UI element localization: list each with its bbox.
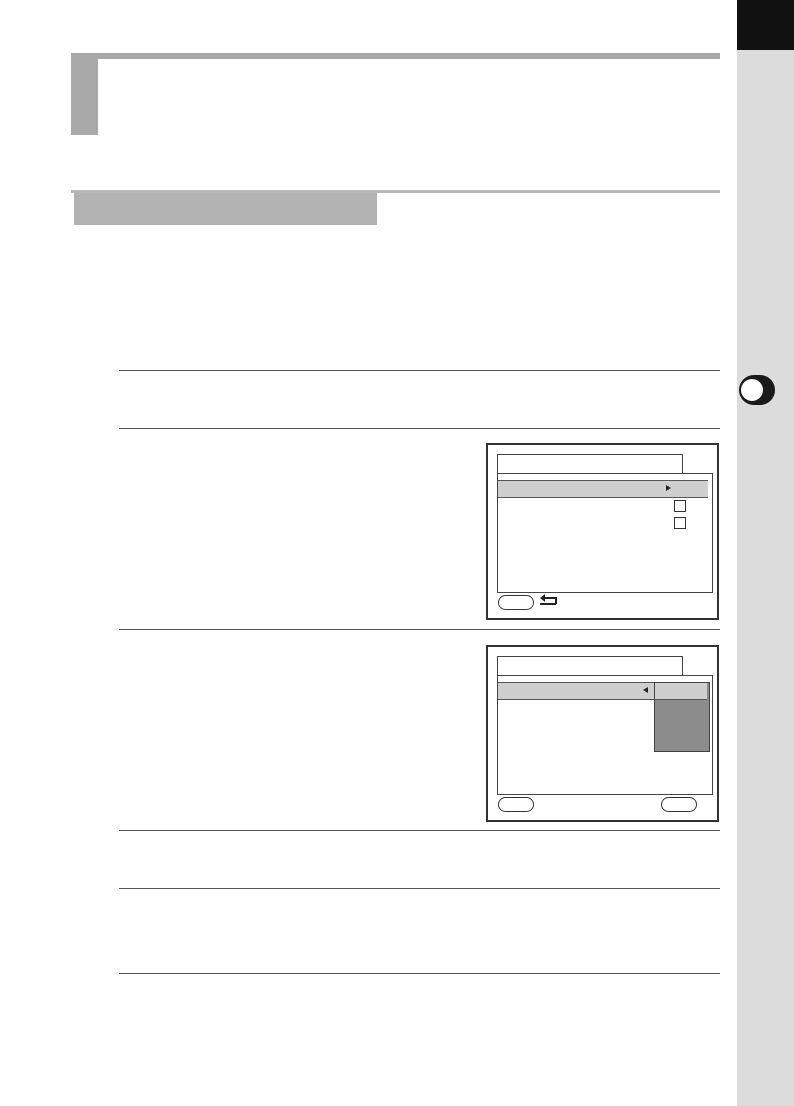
chapter-header-bar (71, 53, 720, 59)
menu-item-selected[interactable] (498, 682, 654, 700)
arrow-right-icon (666, 485, 671, 491)
checkbox[interactable] (674, 517, 686, 529)
arrow-left-icon (643, 687, 648, 693)
step-divider (119, 888, 720, 889)
step-divider (119, 830, 720, 831)
step-divider (119, 428, 720, 429)
menu-button[interactable] (498, 797, 534, 812)
menu-tab[interactable] (497, 454, 683, 475)
side-tab-top-block (737, 0, 794, 50)
camera-menu-screen (486, 645, 719, 822)
step-divider (119, 973, 720, 974)
step-divider (119, 370, 720, 371)
dropdown-option-selected[interactable] (655, 683, 707, 700)
side-tab-strip (737, 0, 794, 1106)
camera-menu-screen (486, 443, 719, 620)
chapter-marker-circle (741, 379, 763, 401)
option-dropdown[interactable] (654, 682, 710, 752)
menu-panel (497, 675, 713, 795)
step-divider (119, 629, 720, 630)
checkbox[interactable] (674, 500, 686, 512)
menu-item-selected[interactable] (498, 480, 708, 498)
return-arrow-icon (540, 594, 557, 605)
menu-tab[interactable] (497, 656, 683, 677)
menu-button[interactable] (498, 595, 534, 610)
menu-panel (497, 473, 713, 593)
chapter-header-block (71, 53, 98, 135)
ok-button[interactable] (661, 797, 697, 812)
section-header-box (74, 193, 377, 225)
